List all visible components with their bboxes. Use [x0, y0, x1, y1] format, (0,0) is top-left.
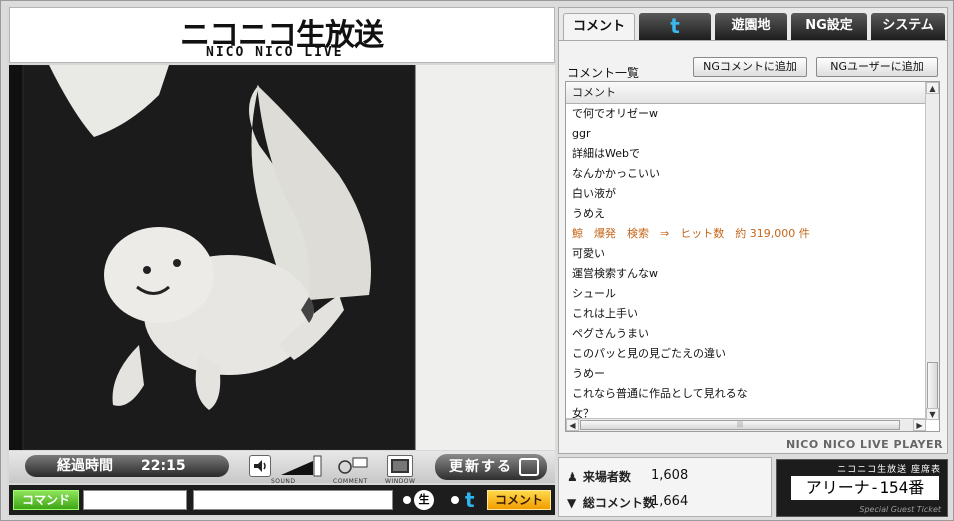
window-caption: WINDOW — [385, 478, 416, 485]
nama-icon: 生 — [414, 490, 434, 510]
comment-list[interactable]: コメント で何でオリゼーw ggr 詳細はWebで なんかかっこいい 白い液が … — [565, 81, 940, 432]
comment-row[interactable]: なんかかっこいい — [566, 164, 926, 184]
add-ng-comment-button[interactable]: NGコメントに追加 — [693, 57, 807, 77]
visitors-value: 1,608 — [651, 468, 689, 483]
comment-row[interactable]: シュール — [566, 284, 926, 304]
seat-number: アリーナ-154番 — [791, 476, 939, 500]
elapsed-time-display: 経過時間 22:15 — [25, 455, 229, 477]
window-button[interactable] — [387, 455, 413, 477]
comment-row[interactable]: 白い液が — [566, 184, 926, 204]
refresh-button[interactable]: 更新する — [435, 454, 547, 480]
video-screen[interactable] — [9, 65, 555, 450]
seat-ticket: ニコニコ生放送 座席表 アリーナ-154番 Special Guest Tick… — [776, 459, 948, 517]
add-ng-user-button[interactable]: NGユーザーに追加 — [816, 57, 938, 77]
scroll-down-arrow-icon[interactable]: ▼ — [926, 408, 939, 420]
comment-row[interactable]: うめー — [566, 364, 926, 384]
stats-box: ♟ 来場者数 1,608 ▼ 総コメント数 1,664 — [558, 457, 772, 517]
sound-button[interactable] — [249, 455, 271, 477]
comment-rows: で何でオリゼーw ggr 詳細はWebで なんかかっこいい 白い液が うめえ 鯨… — [566, 104, 926, 424]
tab-system[interactable]: システム — [871, 13, 945, 40]
player-label: NICO NICO LIVE PLAYER — [785, 438, 943, 451]
tab-bar: コメント t 遊園地 NG設定 システム — [558, 7, 948, 41]
volume-gauge — [281, 455, 322, 477]
tab-amusement-park[interactable]: 遊園地 — [715, 13, 787, 40]
comment-caption: COMMENT — [333, 478, 368, 485]
comments-label: 総コメント数 — [582, 496, 655, 510]
ticket-footer: Special Guest Ticket — [859, 505, 941, 514]
scroll-up-arrow-icon[interactable]: ▲ — [926, 82, 939, 94]
scroll-right-arrow-icon[interactable]: ▶ — [913, 419, 926, 431]
comment-row[interactable]: ggr — [566, 124, 926, 144]
scroll-left-arrow-icon[interactable]: ◀ — [566, 419, 579, 431]
vertical-scroll-thumb[interactable] — [927, 362, 938, 414]
player-controls: 経過時間 22:15 SOUND COMMENT WINDOW 更新する — [9, 451, 555, 485]
comment-row[interactable]: うめえ — [566, 204, 926, 224]
comment-sidebar: コメント t 遊園地 NG設定 システム コメント一覧 NGコメントに追加 NG… — [558, 7, 948, 517]
visitors-label: 来場者数 — [582, 470, 631, 484]
elapsed-label: 経過時間 — [57, 458, 113, 474]
comment-count-icon: ▼ — [567, 496, 577, 510]
system-comment-row[interactable]: 鯨 爆発 検索 ⇒ ヒット数 約 319,000 件 — [566, 224, 926, 244]
volume-slider[interactable] — [281, 455, 323, 477]
comment-row[interactable]: 詳細はWebで — [566, 144, 926, 164]
command-bar: コマンド 生 t コメント — [9, 485, 555, 515]
command-input[interactable] — [83, 490, 187, 510]
sound-caption: SOUND — [271, 478, 296, 485]
elapsed-value: 22:15 — [141, 458, 186, 474]
comment-row[interactable]: これなら普通に作品として見れるな — [566, 384, 926, 404]
speaker-icon — [254, 460, 266, 472]
tab-comment[interactable]: コメント — [563, 13, 635, 40]
vertical-scrollbar[interactable]: ▲ ▼ — [925, 82, 939, 420]
comment-column-header[interactable]: コメント — [566, 82, 926, 104]
horizontal-scrollbar[interactable]: ◀ ||| ▶ — [566, 418, 926, 431]
comments-value: 1,664 — [651, 494, 689, 509]
window-icon — [391, 459, 409, 473]
comment-list-title: コメント一覧 — [567, 66, 640, 80]
video-frame — [9, 65, 555, 450]
horizontal-scroll-thumb[interactable]: ||| — [580, 420, 900, 430]
nama-radio[interactable] — [403, 496, 411, 504]
comment-row[interactable]: 運営検索すんなw — [566, 264, 926, 284]
comment-row[interactable]: 可愛い — [566, 244, 926, 264]
command-button[interactable]: コマンド — [13, 490, 79, 510]
comment-icon — [338, 457, 368, 474]
refresh-label: 更新する — [449, 459, 513, 475]
logo-banner: ニコニコ生放送 NICO NICO LIVE — [9, 7, 555, 63]
visitors-icon: ♟ — [567, 470, 578, 484]
twitter-radio[interactable] — [451, 496, 459, 504]
player-area: ニコニコ生放送 NICO NICO LIVE 経過時間 22:15 SOUND … — [7, 7, 555, 517]
live-player-window: ニコニコ生放送 NICO NICO LIVE 経過時間 22:15 SOUND … — [0, 0, 954, 521]
visitors-stat: ♟ 来場者数 1,608 — [567, 468, 688, 485]
ticket-header: ニコニコ生放送 座席表 — [837, 465, 941, 475]
twitter-icon: t — [465, 488, 475, 512]
refresh-icon — [519, 458, 539, 476]
twitter-tab-icon: t — [670, 14, 680, 38]
post-comment-button[interactable]: コメント — [487, 490, 551, 510]
comment-panel: コメント一覧 NGコメントに追加 NGユーザーに追加 コメント で何でオリゼーw… — [558, 40, 948, 454]
comment-toggle-button[interactable] — [335, 455, 369, 477]
comment-row[interactable]: で何でオリゼーw — [566, 104, 926, 124]
comment-input[interactable] — [193, 490, 393, 510]
comment-row[interactable]: ペグさんうまい — [566, 324, 926, 344]
tab-ng-settings[interactable]: NG設定 — [791, 13, 867, 40]
logo-subtext: NICO NICO LIVE — [206, 45, 344, 60]
tab-twitter[interactable]: t — [639, 13, 711, 40]
comments-stat: ▼ 総コメント数 1,664 — [567, 494, 688, 511]
comment-row[interactable]: これは上手い — [566, 304, 926, 324]
comment-row[interactable]: このパッと見の見ごたえの違い — [566, 344, 926, 364]
